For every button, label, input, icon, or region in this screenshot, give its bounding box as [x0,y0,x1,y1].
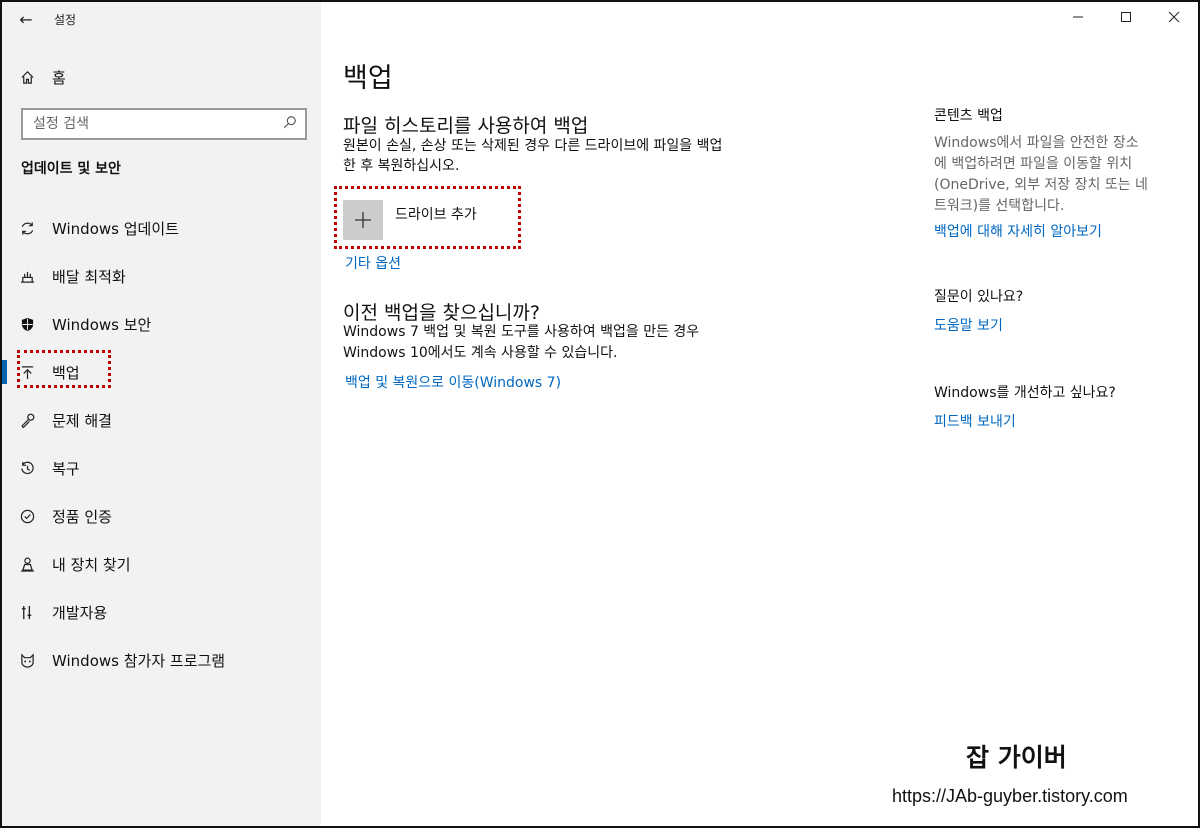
more-options-link[interactable]: 기타 옵션 [345,253,401,273]
content-backup-heading: 콘텐츠 백업 [934,108,1003,124]
watermark-url: https://JAb-guyber.tistory.com [892,786,1128,806]
content-backup-text: Windows에서 파일을 안전한 장소 에 백업하려면 파일을 이동할 위치 … [934,133,1174,217]
nav-item-windows-insider[interactable]: Windows 참가자 프로그램 [2,636,321,684]
refresh-icon [2,221,52,236]
file-history-description-1: 원본이 손실, 손상 또는 삭제된 경우 다른 드라이브에 파일을 백업 [343,138,723,154]
add-drive-button[interactable]: 드라이브 추가 [343,200,477,242]
wrench-icon [2,413,52,428]
search-icon [283,115,297,133]
main-content: 백업 파일 히스토리를 사용하여 백업 원본이 손실, 손상 또는 삭제된 경우… [321,2,1198,826]
sidebar: ← 설정 홈 업데이트 및 보안 Windows 업데이트 배달 최적화 [2,2,321,826]
content-backup-text-line: (OneDrive, 외부 저장 장치 또는 네 [934,177,1148,193]
nav-home-label: 홈 [52,68,66,87]
questions-panel: 질문이 있나요? 도움말 보기 [934,286,1174,335]
nav-item-delivery-optimization[interactable]: 배달 최적화 [2,252,321,300]
nav-item-recovery[interactable]: 복구 [2,444,321,492]
older-backup-description-1: Windows 7 백업 및 복원 도구를 사용하여 백업을 만든 경우 [343,324,700,340]
nav-item-label: 정품 인증 [52,507,112,526]
person-locate-icon [2,557,52,572]
content-backup-panel: 콘텐츠 백업 Windows에서 파일을 안전한 장소 에 백업하려면 파일을 … [934,105,1174,241]
file-history-heading: 파일 히스토리를 사용하여 백업 [343,115,589,137]
nav-item-label: Windows 업데이트 [52,219,179,238]
learn-more-backup-link[interactable]: 백업에 대해 자세히 알아보기 [934,221,1174,241]
nav-item-label: 개발자용 [52,603,108,622]
nav-item-label: Windows 참가자 프로그램 [52,651,226,670]
nav-item-label: 배달 최적화 [52,267,126,286]
nav-item-for-developers[interactable]: 개발자용 [2,588,321,636]
nav-item-label: 복구 [52,459,80,478]
backup-arrow-icon [2,365,52,380]
back-arrow-icon: ← [19,9,33,29]
maximize-icon [1120,11,1132,27]
nav-item-activation[interactable]: 정품 인증 [2,492,321,540]
nav-item-windows-security[interactable]: Windows 보안 [2,300,321,348]
nav-item-label: 내 장치 찾기 [52,555,131,574]
window-controls [1054,2,1198,36]
nav-item-label: 백업 [52,363,80,382]
nav-item-label: 문제 해결 [52,411,112,430]
insider-cat-icon [2,652,52,668]
older-backup-description-2: Windows 10에서도 계속 사용할 수 있습니다. [343,345,618,361]
get-help-link[interactable]: 도움말 보기 [934,315,1174,335]
delivery-icon [2,269,52,284]
older-backup-heading: 이전 백업을 찾으십니까? [343,302,540,324]
minimize-icon [1072,11,1084,27]
content-backup-text-line: 에 백업하려면 파일을 이동할 위치 [934,156,1133,172]
nav-home[interactable]: 홈 [2,60,321,94]
developer-icon [2,605,52,620]
close-button[interactable] [1150,2,1198,36]
nav-item-troubleshoot[interactable]: 문제 해결 [2,396,321,444]
nav-item-windows-update[interactable]: Windows 업데이트 [2,204,321,252]
check-circle-icon [2,509,52,524]
back-button[interactable]: ← [2,2,50,36]
nav-item-find-my-device[interactable]: 내 장치 찾기 [2,540,321,588]
minimize-button[interactable] [1054,2,1102,36]
watermark-title: 잡 가이버 [966,743,1067,772]
add-drive-label: 드라이브 추가 [395,207,477,223]
file-history-description-2: 한 후 복원하십시오. [343,158,460,174]
questions-heading: 질문이 있나요? [934,289,1024,305]
shield-icon [2,317,52,332]
content-backup-text-line: 트워크)를 선택합니다. [934,198,1065,214]
page-title: 백업 [343,63,393,94]
give-feedback-link[interactable]: 피드백 보내기 [934,411,1174,431]
nav-item-label: Windows 보안 [52,315,152,334]
nav-item-backup[interactable]: 백업 [2,348,321,396]
improve-heading: Windows를 개선하고 싶나요? [934,385,1116,401]
recovery-icon [2,461,52,476]
section-heading: 업데이트 및 보안 [21,161,121,177]
plus-icon [343,200,383,240]
maximize-button[interactable] [1102,2,1150,36]
close-icon [1168,11,1180,27]
improve-panel: Windows를 개선하고 싶나요? 피드백 보내기 [934,382,1174,431]
backup-restore-win7-link[interactable]: 백업 및 복원으로 이동(Windows 7) [345,372,561,392]
settings-search[interactable] [21,108,307,140]
app-title: 설정 [54,12,77,27]
content-backup-text-line: Windows에서 파일을 안전한 장소 [934,135,1139,151]
titlebar-left: ← 설정 [2,2,321,36]
search-input[interactable] [33,116,273,132]
active-indicator [2,360,7,384]
home-icon [2,70,52,85]
nav-list: Windows 업데이트 배달 최적화 Windows 보안 백업 문제 해결 … [2,204,321,684]
